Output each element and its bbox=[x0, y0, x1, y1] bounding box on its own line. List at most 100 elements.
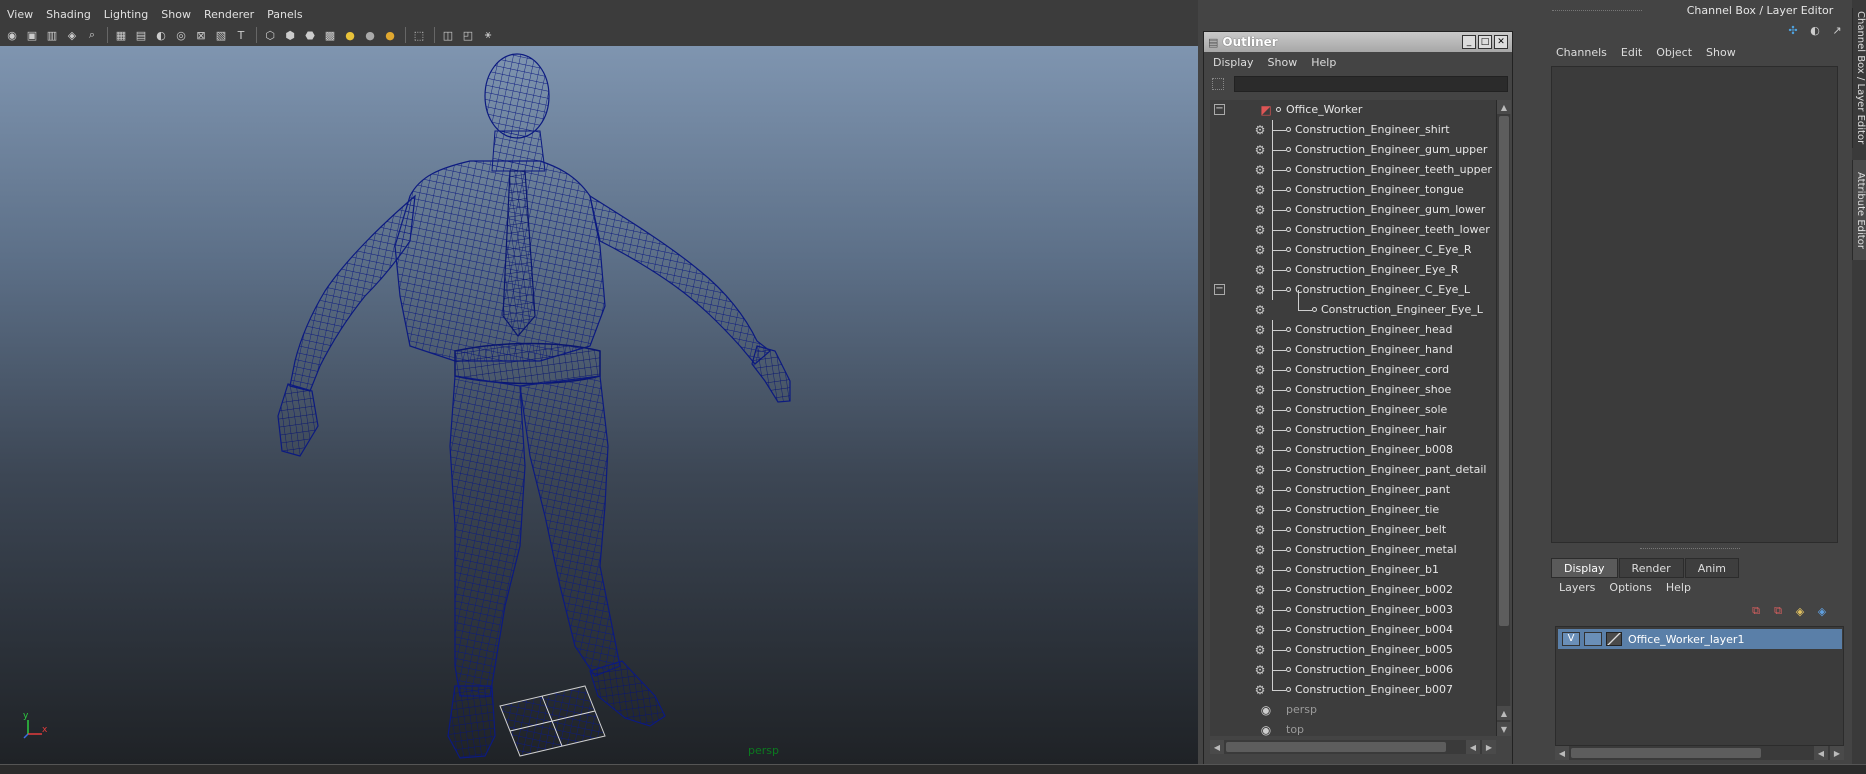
outliner-item[interactable]: ⚙ Construction_Engineer_metal bbox=[1210, 540, 1496, 560]
close-icon[interactable]: ✕ bbox=[1494, 35, 1508, 49]
outliner-item[interactable]: ⚙ Construction_Engineer_b1 bbox=[1210, 560, 1496, 580]
outliner-item[interactable]: ⚙ Construction_Engineer_C_Eye_R bbox=[1210, 240, 1496, 260]
outliner-item[interactable]: ⚙ Construction_Engineer_b008 bbox=[1210, 440, 1496, 460]
outliner-item[interactable]: ⚙ Construction_Engineer_b002 bbox=[1210, 580, 1496, 600]
outliner-item[interactable]: ⚙ Construction_Engineer_b003 bbox=[1210, 600, 1496, 620]
cb-menu-object[interactable]: Object bbox=[1656, 46, 1692, 59]
tab-render[interactable]: Render bbox=[1618, 558, 1684, 578]
cb-menu-channels[interactable]: Channels bbox=[1556, 46, 1607, 59]
layer-list[interactable]: V Office_Worker_layer1 bbox=[1555, 626, 1844, 746]
menu-lighting[interactable]: Lighting bbox=[104, 8, 148, 21]
minimize-icon[interactable]: _ bbox=[1462, 35, 1476, 49]
scroll-left-icon[interactable]: ◀ bbox=[1210, 740, 1224, 754]
sphere-icon[interactable]: ◐ bbox=[1807, 22, 1823, 38]
menu-show[interactable]: Show bbox=[161, 8, 191, 21]
menu-panels[interactable]: Panels bbox=[267, 8, 302, 21]
scroll-thumb[interactable] bbox=[1499, 116, 1509, 626]
outliner-item[interactable]: ⚙ Construction_Engineer_pant_detail bbox=[1210, 460, 1496, 480]
camera-attributes-icon[interactable]: ▣ bbox=[24, 27, 40, 43]
channel-box-area[interactable] bbox=[1551, 66, 1838, 543]
shadows-icon[interactable]: ● bbox=[362, 27, 378, 43]
maximize-icon[interactable]: □ bbox=[1478, 35, 1492, 49]
scroll-right-icon[interactable]: ▶ bbox=[1830, 746, 1844, 760]
outliner-item[interactable]: ◉ top bbox=[1210, 720, 1496, 736]
outliner-item[interactable]: ⚙ Construction_Engineer_b005 bbox=[1210, 640, 1496, 660]
outliner-titlebar[interactable]: ▤ Outliner _ □ ✕ bbox=[1204, 32, 1512, 52]
outliner-item[interactable]: ⚙ Construction_Engineer_head bbox=[1210, 320, 1496, 340]
safe-title-icon[interactable]: T bbox=[233, 27, 249, 43]
scroll-left-icon[interactable]: ◀ bbox=[1555, 746, 1569, 760]
outliner-item[interactable]: ⚙ Construction_Engineer_gum_lower bbox=[1210, 200, 1496, 220]
collapse-toggle-icon[interactable]: − bbox=[1214, 104, 1225, 115]
layer-color-swatch[interactable] bbox=[1606, 632, 1622, 646]
layer-horizontal-scrollbar[interactable]: ◀ ◀ ▶ bbox=[1555, 746, 1844, 760]
layer-display-type-toggle[interactable] bbox=[1584, 632, 1602, 646]
menu-shading[interactable]: Shading bbox=[46, 8, 91, 21]
high-quality-icon[interactable]: ● bbox=[382, 27, 398, 43]
outliner-item[interactable]: ⚙ Construction_Engineer_pant bbox=[1210, 480, 1496, 500]
wireframe-on-shaded-icon[interactable]: ⬣ bbox=[302, 27, 318, 43]
scroll-thumb[interactable] bbox=[1571, 748, 1761, 758]
outliner-item[interactable]: ⚙ Construction_Engineer_cord bbox=[1210, 360, 1496, 380]
cb-menu-show[interactable]: Show bbox=[1706, 46, 1736, 59]
tab-display[interactable]: Display bbox=[1551, 558, 1618, 578]
side-tab-channel-box[interactable]: Channel Box / Layer Editor bbox=[1852, 8, 1866, 148]
safe-action-icon[interactable]: ▧ bbox=[213, 27, 229, 43]
outliner-item[interactable]: ⚙ Construction_Engineer_hair bbox=[1210, 420, 1496, 440]
outliner-search-input[interactable] bbox=[1234, 76, 1508, 92]
textured-icon[interactable]: ▩ bbox=[322, 27, 338, 43]
viewport-canvas[interactable]: y x persp bbox=[0, 46, 1198, 764]
menu-renderer[interactable]: Renderer bbox=[204, 8, 254, 21]
outliner-item[interactable]: ◉ persp bbox=[1210, 700, 1496, 720]
new-layer-selected-icon[interactable]: ◈ bbox=[1814, 603, 1830, 619]
cb-menu-edit[interactable]: Edit bbox=[1621, 46, 1642, 59]
outliner-menu-show[interactable]: Show bbox=[1268, 56, 1298, 69]
scroll-down-icon[interactable]: ▼ bbox=[1497, 722, 1511, 736]
outliner-item[interactable]: ⚙ Construction_Engineer_tongue bbox=[1210, 180, 1496, 200]
pin-icon[interactable]: ↗ bbox=[1829, 22, 1845, 38]
side-tab-attribute-editor[interactable]: Attribute Editor bbox=[1852, 160, 1866, 260]
xray-icon[interactable]: ◫ bbox=[440, 27, 456, 43]
panel-splitter[interactable] bbox=[1640, 548, 1740, 549]
layer-visibility-toggle[interactable]: V bbox=[1562, 632, 1580, 646]
gate-mask-icon[interactable]: ◎ bbox=[173, 27, 189, 43]
select-camera-icon[interactable]: ◉ bbox=[4, 27, 20, 43]
move-layer-up-icon[interactable]: ⧉ bbox=[1748, 603, 1764, 619]
field-chart-icon[interactable]: ⊠ bbox=[193, 27, 209, 43]
transform-icon[interactable]: ✣ bbox=[1785, 22, 1801, 38]
outliner-item[interactable]: ⚙ Construction_Engineer_sole bbox=[1210, 400, 1496, 420]
outliner-item[interactable]: ⚙ Construction_Engineer_Eye_L bbox=[1210, 290, 1496, 320]
menu-view[interactable]: View bbox=[7, 8, 33, 21]
wireframe-icon[interactable]: ⬡ bbox=[262, 27, 278, 43]
outliner-tree[interactable]: − ◩ Office_Worker ⚙ Construction_Engineer_sh… bbox=[1210, 100, 1496, 736]
grid-icon[interactable]: ▦ bbox=[113, 27, 129, 43]
use-all-lights-icon[interactable]: ● bbox=[342, 27, 358, 43]
outliner-item[interactable]: ⚙ Construction_Engineer_b006 bbox=[1210, 660, 1496, 680]
outliner-item[interactable]: ⚙ Construction_Engineer_b007 bbox=[1210, 680, 1496, 700]
outliner-item[interactable]: ⚙ Construction_Engineer_tie bbox=[1210, 500, 1496, 520]
layer-name[interactable]: Office_Worker_layer1 bbox=[1628, 633, 1744, 646]
layer-menu-help[interactable]: Help bbox=[1666, 581, 1691, 594]
outliner-item[interactable]: ⚙ Construction_Engineer_belt bbox=[1210, 520, 1496, 540]
outliner-item[interactable]: ⚙ Construction_Engineer_hand bbox=[1210, 340, 1496, 360]
outliner-vertical-scrollbar[interactable]: ▲ ▲ ▼ bbox=[1496, 100, 1511, 736]
filter-options-icon[interactable] bbox=[1212, 78, 1224, 90]
tab-anim[interactable]: Anim bbox=[1684, 558, 1739, 578]
move-layer-down-icon[interactable]: ⧉ bbox=[1770, 603, 1786, 619]
outliner-item[interactable]: ⚙ Construction_Engineer_teeth_lower bbox=[1210, 220, 1496, 240]
outliner-menu-display[interactable]: Display bbox=[1213, 56, 1254, 69]
smooth-shade-icon[interactable]: ⬢ bbox=[282, 27, 298, 43]
scroll-up-icon[interactable]: ▲ bbox=[1497, 706, 1511, 720]
outliner-item[interactable]: ⚙ Construction_Engineer_gum_upper bbox=[1210, 140, 1496, 160]
outliner-item[interactable]: ⚙ Construction_Engineer_Eye_R bbox=[1210, 260, 1496, 280]
scroll-left-icon[interactable]: ◀ bbox=[1814, 746, 1828, 760]
bookmarks-icon[interactable]: ▥ bbox=[44, 27, 60, 43]
outliner-item[interactable]: ⚙ Construction_Engineer_shirt bbox=[1210, 120, 1496, 140]
layer-menu-layers[interactable]: Layers bbox=[1559, 581, 1595, 594]
outliner-horizontal-scrollbar[interactable]: ◀ ◀ ▶ bbox=[1210, 740, 1496, 754]
outliner-item[interactable]: ⚙ Construction_Engineer_b004 bbox=[1210, 620, 1496, 640]
timeline-strip[interactable] bbox=[0, 764, 1866, 774]
scroll-right-icon[interactable]: ▶ bbox=[1482, 740, 1496, 754]
outliner-item[interactable]: − ◩ Office_Worker bbox=[1210, 100, 1496, 120]
image-plane-icon[interactable]: ◈ bbox=[64, 27, 80, 43]
